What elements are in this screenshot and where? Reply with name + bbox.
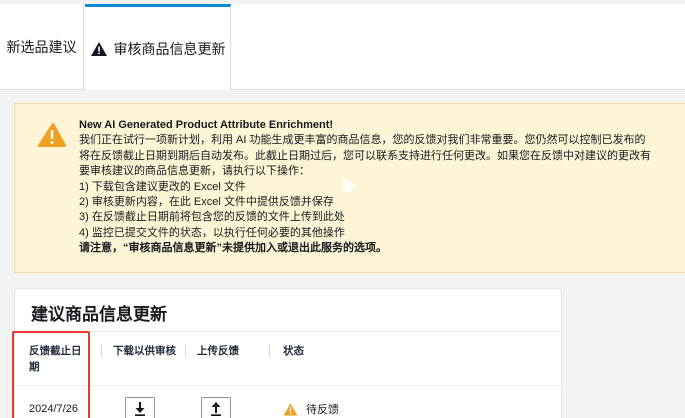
alert-line: 4) 监控已提交文件的状态，以执行任何必要的其他操作 — [79, 226, 345, 239]
divider — [15, 385, 563, 386]
alert-line: 将在反馈截止日期到期后自动发布。此截止日期过后，您可以联系支持进行任何更改。如果… — [79, 149, 651, 162]
alert-footer: 请注意，“审核商品信息更新”未提供加入或退出此服务的选项。 — [79, 242, 387, 255]
alert-body: New AI Generated Product Attribute Enric… — [79, 118, 685, 257]
download-button[interactable] — [125, 397, 155, 418]
tab-bar: 新选品建议 审核商品信息更新 — [0, 0, 685, 90]
alert-line: 1) 下载包含建议更改的 Excel 文件 — [79, 180, 246, 193]
play-icon[interactable] — [338, 175, 360, 197]
column-header-download[interactable]: 下载以供审核 — [113, 343, 183, 359]
warning-icon — [283, 403, 298, 416]
status-label: 待反馈 — [306, 404, 339, 416]
upload-button[interactable] — [201, 397, 231, 418]
column-header-upload[interactable]: 上传反馈 — [197, 343, 267, 359]
tab-new-product-suggestions[interactable]: 新选品建议 — [0, 4, 84, 90]
download-icon — [134, 401, 146, 418]
column-divider — [185, 344, 186, 357]
alert-line: 我们正在试行一项新计划，利用 AI 功能生成更丰富的商品信息，您的反馈对我们非常… — [79, 134, 646, 147]
divider — [15, 331, 563, 332]
suggested-updates-card: 建议商品信息更新 反馈截止日期 下载以供审核 上传反馈 状态 2024/7/26 — [14, 288, 563, 418]
column-divider — [101, 344, 102, 357]
tab-review-product-updates[interactable]: 审核商品信息更新 — [85, 4, 231, 90]
row-status: 待反馈 — [283, 401, 339, 417]
upload-icon — [210, 401, 222, 418]
alert-title: New AI Generated Product Attribute Enric… — [79, 119, 334, 131]
tab-label: 新选品建议 — [6, 39, 77, 55]
card-title: 建议商品信息更新 — [31, 305, 167, 324]
tab-label: 审核商品信息更新 — [113, 40, 226, 57]
column-divider — [269, 344, 270, 357]
alert-line: 3) 在反馈截止日期前将包含您的反馈的文件上传到此处 — [79, 211, 345, 224]
alert-line: 2) 审核更新内容，在此 Excel 文件中提供反馈并保存 — [79, 196, 334, 209]
alert-line: 要审核建议的商品信息更新，请执行以下操作： — [79, 165, 310, 178]
highlight-annotation — [12, 331, 90, 418]
warning-icon — [90, 41, 108, 57]
column-header-status[interactable]: 状态 — [283, 343, 343, 359]
page: 新选品建议 审核商品信息更新 New AI Generated Product … — [0, 0, 685, 418]
warning-icon — [37, 122, 67, 153]
